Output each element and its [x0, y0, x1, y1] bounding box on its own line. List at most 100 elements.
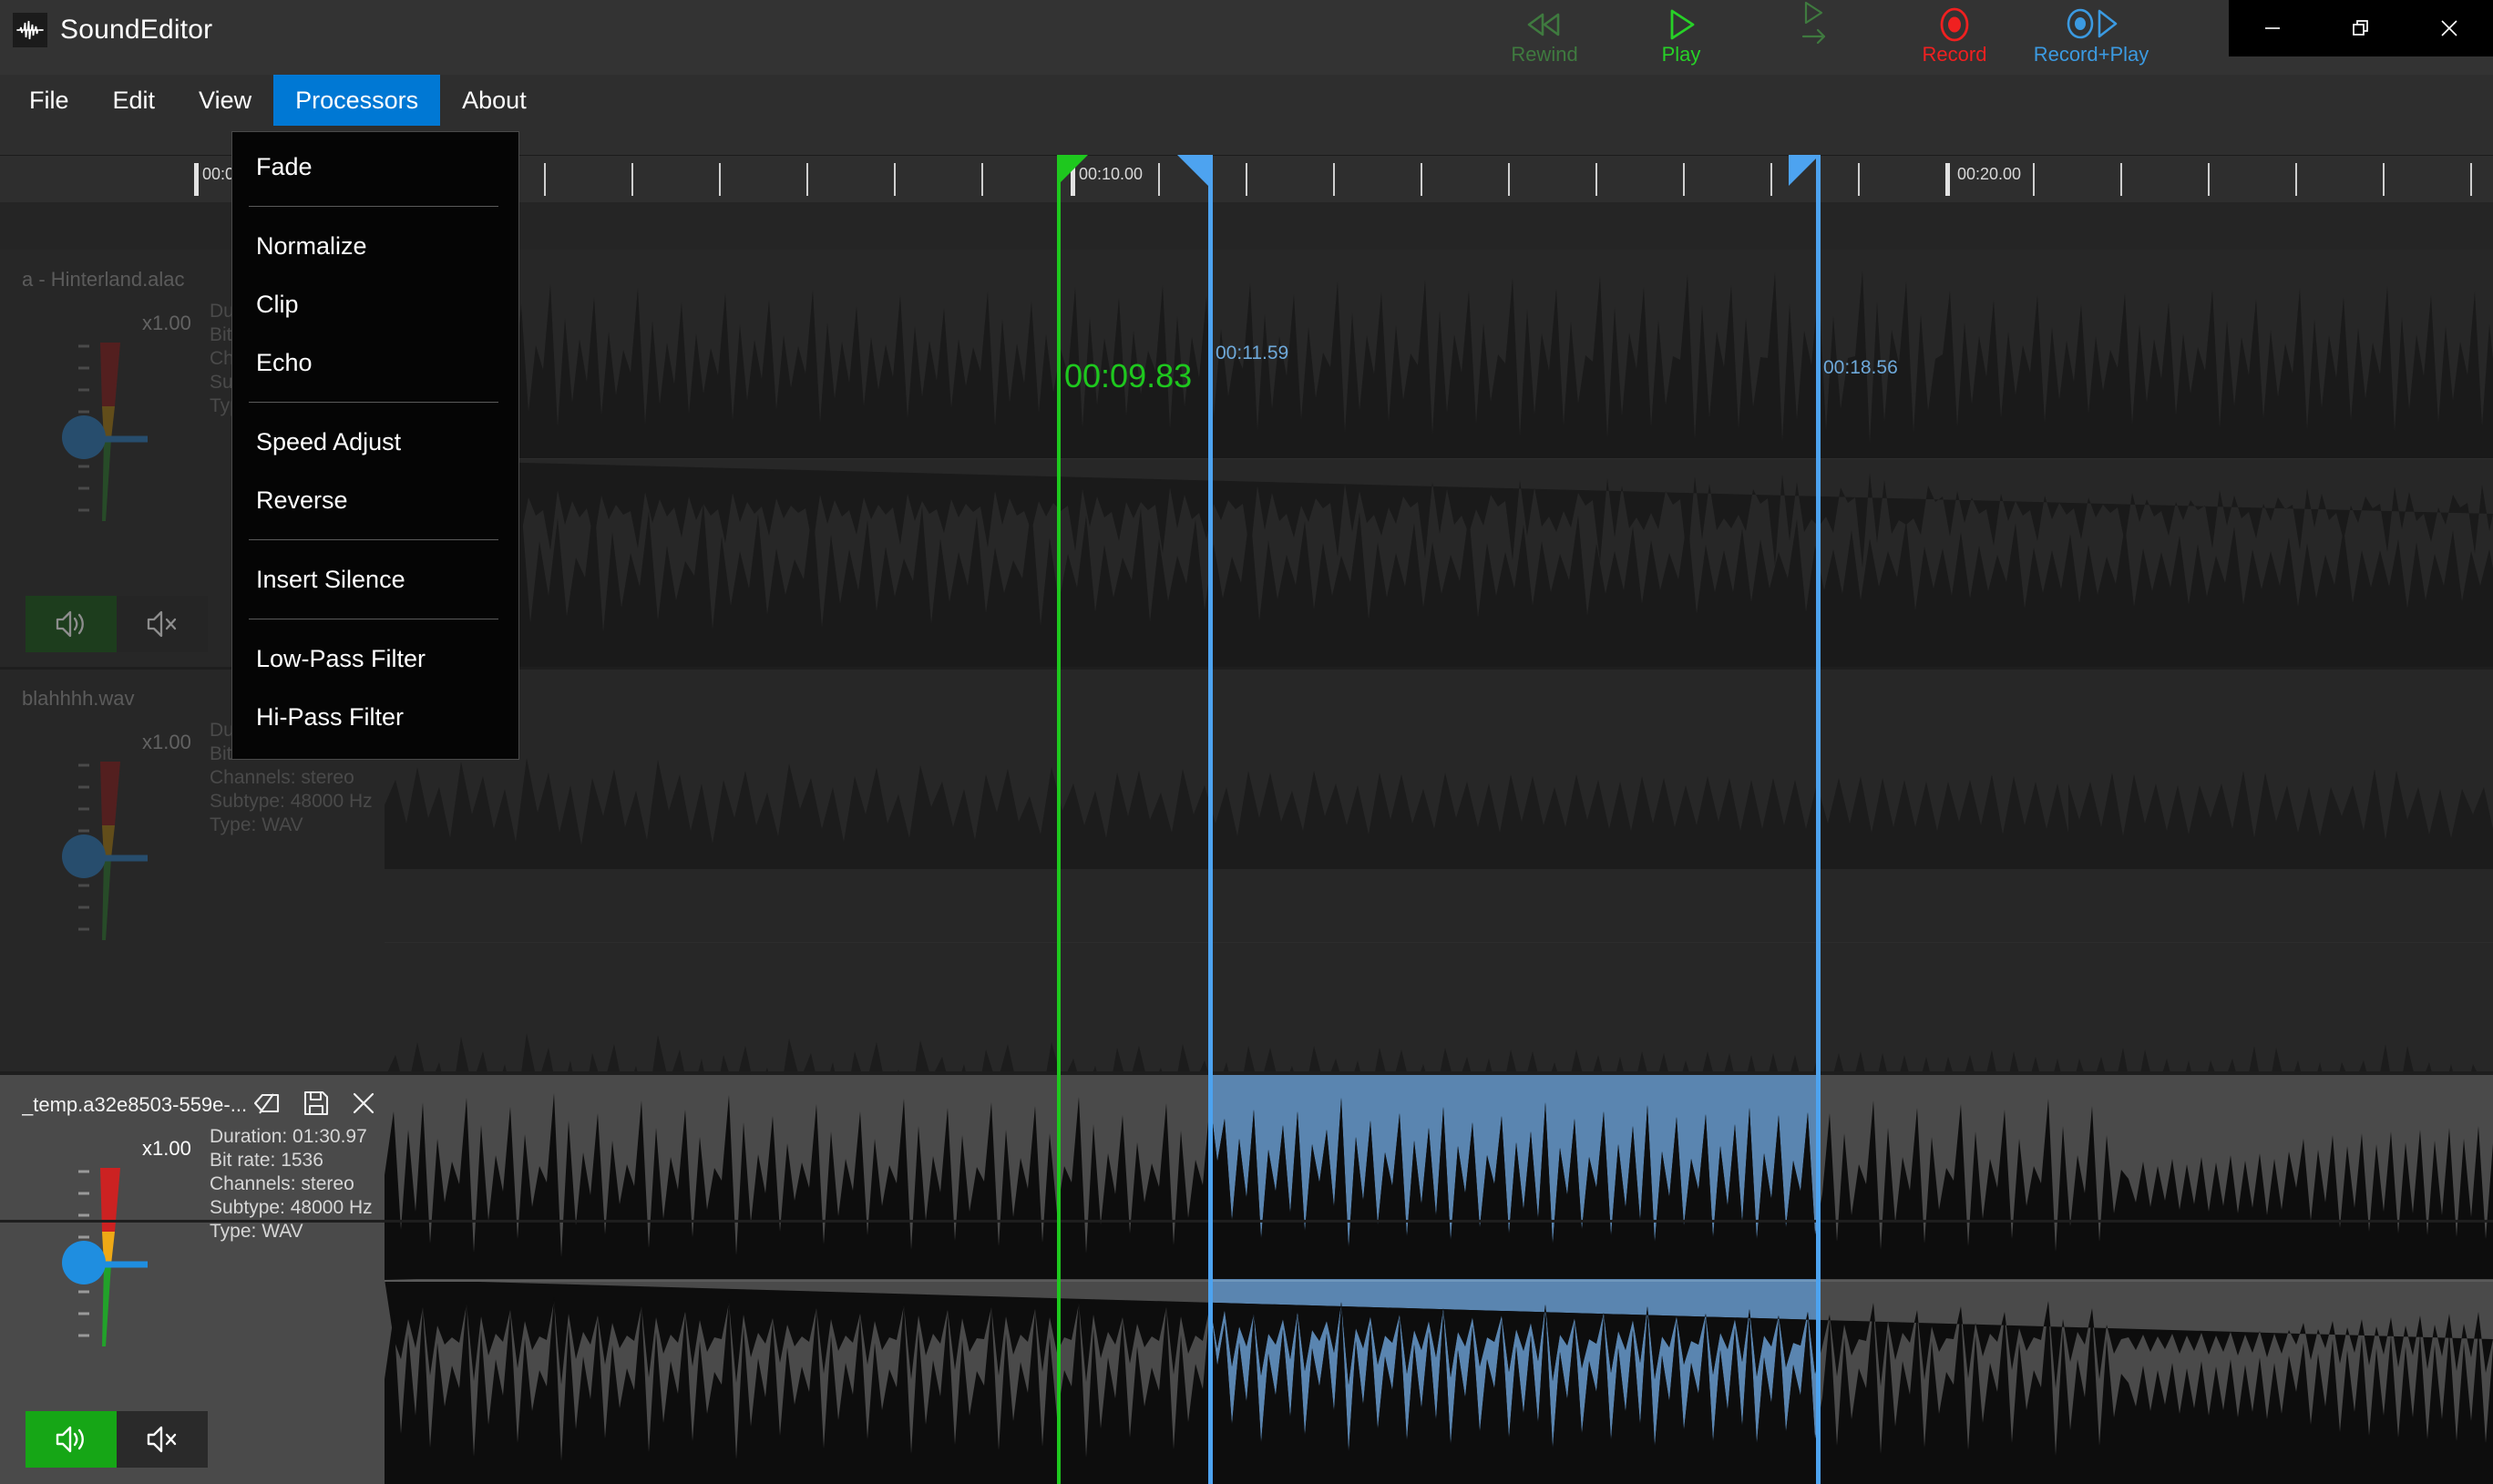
record-play-button[interactable]: Record+Play	[2023, 2, 2160, 73]
menu-item-hi-pass-filter[interactable]: Hi-Pass Filter	[232, 688, 518, 746]
selection-start-label: 00:11.59	[1216, 343, 1289, 363]
track-channels: Channels: stereo	[210, 767, 354, 788]
track-bitrate: Bit rate: 1536	[210, 1150, 323, 1171]
playhead-time-label: 00:09.83	[1064, 357, 1193, 394]
menu-item-low-pass-filter[interactable]: Low-Pass Filter	[232, 629, 518, 688]
speaker-on-icon[interactable]	[26, 596, 117, 652]
waveform-display[interactable]	[385, 250, 2493, 669]
close-icon[interactable]	[2409, 0, 2489, 56]
waveform-display-active[interactable]	[385, 1075, 2493, 1484]
ruler-tick	[1333, 163, 1335, 196]
ruler-tick	[2470, 163, 2472, 196]
menu-file[interactable]: File	[7, 75, 91, 126]
menu-separator	[249, 539, 498, 540]
speed-dial[interactable]: x1.00	[58, 1137, 222, 1356]
ruler-tick	[1158, 163, 1160, 196]
track-volume-controls	[26, 1411, 208, 1468]
restore-icon[interactable]	[2321, 0, 2401, 56]
menu-item-clip[interactable]: Clip	[232, 275, 518, 333]
track-action-icons	[251, 1090, 377, 1117]
record-play-icon	[2063, 6, 2119, 43]
track-separator	[0, 1220, 2493, 1223]
track-duration: Duration: 01:30.97	[210, 1126, 367, 1147]
speaker-mute-icon[interactable]	[117, 596, 208, 652]
ruler-tick	[631, 163, 633, 196]
ruler-tick	[1508, 163, 1510, 196]
ruler-label-20: 00:20.00	[1957, 165, 2022, 183]
play-to-end-icon	[1799, 1, 1837, 45]
ruler-tick	[1770, 163, 1772, 196]
minimize-icon[interactable]	[2232, 0, 2313, 56]
record-button[interactable]: Record	[1886, 2, 2023, 73]
menu-edit[interactable]: Edit	[91, 75, 178, 126]
ruler-tick	[2208, 163, 2210, 196]
app-brand: SoundEditor	[13, 13, 212, 47]
ruler-tick	[1246, 163, 1247, 196]
record-icon	[1935, 6, 1974, 43]
play-to-end-button[interactable]	[1749, 1, 1886, 73]
window-controls	[2229, 0, 2493, 56]
menu-processors[interactable]: Processors	[273, 75, 441, 126]
record-play-label: Record+Play	[2033, 43, 2149, 66]
ruler-tick	[1595, 163, 1597, 196]
menu-item-echo[interactable]: Echo	[232, 333, 518, 392]
ruler-tick	[806, 163, 808, 196]
title-bar: SoundEditor Rewind Play Record Record+Pl…	[0, 0, 2493, 75]
track-volume-controls	[26, 596, 208, 652]
ruler-tick	[2033, 163, 2035, 196]
save-disk-icon[interactable]	[303, 1090, 330, 1117]
track-channels: Channels: stereo	[210, 1173, 354, 1194]
speed-dial[interactable]: x1.00	[58, 312, 222, 530]
selection-end-line[interactable]	[1816, 155, 1821, 1484]
ruler-tick	[1858, 163, 1860, 196]
ruler-tick	[2295, 163, 2297, 196]
ruler-tick-major	[1945, 163, 1950, 196]
rewind-label: Rewind	[1511, 43, 1578, 66]
selection-start-flag[interactable]	[1177, 155, 1208, 186]
menu-view[interactable]: View	[177, 75, 273, 126]
speaker-mute-icon[interactable]	[117, 1411, 208, 1468]
selection-end-label: 00:18.56	[1823, 357, 1898, 378]
processors-dropdown-menu: Fade Normalize Clip Echo Speed Adjust Re…	[231, 131, 519, 760]
waveform-icon	[13, 13, 47, 47]
playhead-line[interactable]	[1057, 155, 1061, 1484]
sound-editor-window: SoundEditor Rewind Play Record Record+Pl…	[0, 0, 2493, 1484]
menu-item-normalize[interactable]: Normalize	[232, 217, 518, 275]
ruler-tick-major	[194, 163, 199, 196]
track-name: _temp.a32e8503-559e-...	[22, 1093, 248, 1116]
ruler-tick	[1683, 163, 1685, 196]
menu-about[interactable]: About	[440, 75, 549, 126]
ruler-tick	[719, 163, 721, 196]
menu-item-speed-adjust[interactable]: Speed Adjust	[232, 413, 518, 471]
track-subtype: Subtype: 48000 Hz	[210, 1197, 373, 1218]
playhead-flag[interactable]	[1057, 155, 1088, 186]
selection-end-flag[interactable]	[1789, 155, 1820, 186]
ruler-tick	[981, 163, 983, 196]
close-icon[interactable]	[350, 1090, 377, 1117]
track-row-active: _temp.a32e8503-559e-... Duration: 01:30.…	[0, 1071, 2493, 1484]
track-type: Type: WAV	[210, 814, 303, 835]
ruler-tick	[544, 163, 546, 196]
ruler-tick	[2383, 163, 2385, 196]
play-icon	[1665, 6, 1698, 43]
ruler-tick	[894, 163, 896, 196]
record-label: Record	[1922, 43, 1987, 66]
track-type: Type: WAV	[210, 1221, 303, 1242]
rewind-icon	[1524, 6, 1565, 43]
menu-item-reverse[interactable]: Reverse	[232, 471, 518, 529]
menu-item-insert-silence[interactable]: Insert Silence	[232, 550, 518, 609]
ruler-label-10: 00:10.00	[1079, 165, 1144, 183]
speaker-on-icon[interactable]	[26, 1411, 117, 1468]
track-subtype: Subtype: 48000 Hz	[210, 791, 373, 812]
speed-dial[interactable]: x1.00	[58, 731, 222, 949]
tag-icon[interactable]	[251, 1090, 282, 1117]
rewind-button[interactable]: Rewind	[1476, 2, 1613, 73]
menu-item-fade[interactable]: Fade	[232, 138, 518, 196]
ruler-tick	[1421, 163, 1422, 196]
selection-start-line[interactable]	[1208, 155, 1213, 1484]
transport-controls: Rewind Play Record Record+Play	[1476, 1, 2160, 73]
track-name: a - Hinterland.alac	[22, 268, 185, 291]
play-label: Play	[1661, 43, 1701, 66]
ruler-tick	[2120, 163, 2122, 196]
play-button[interactable]: Play	[1613, 2, 1749, 73]
